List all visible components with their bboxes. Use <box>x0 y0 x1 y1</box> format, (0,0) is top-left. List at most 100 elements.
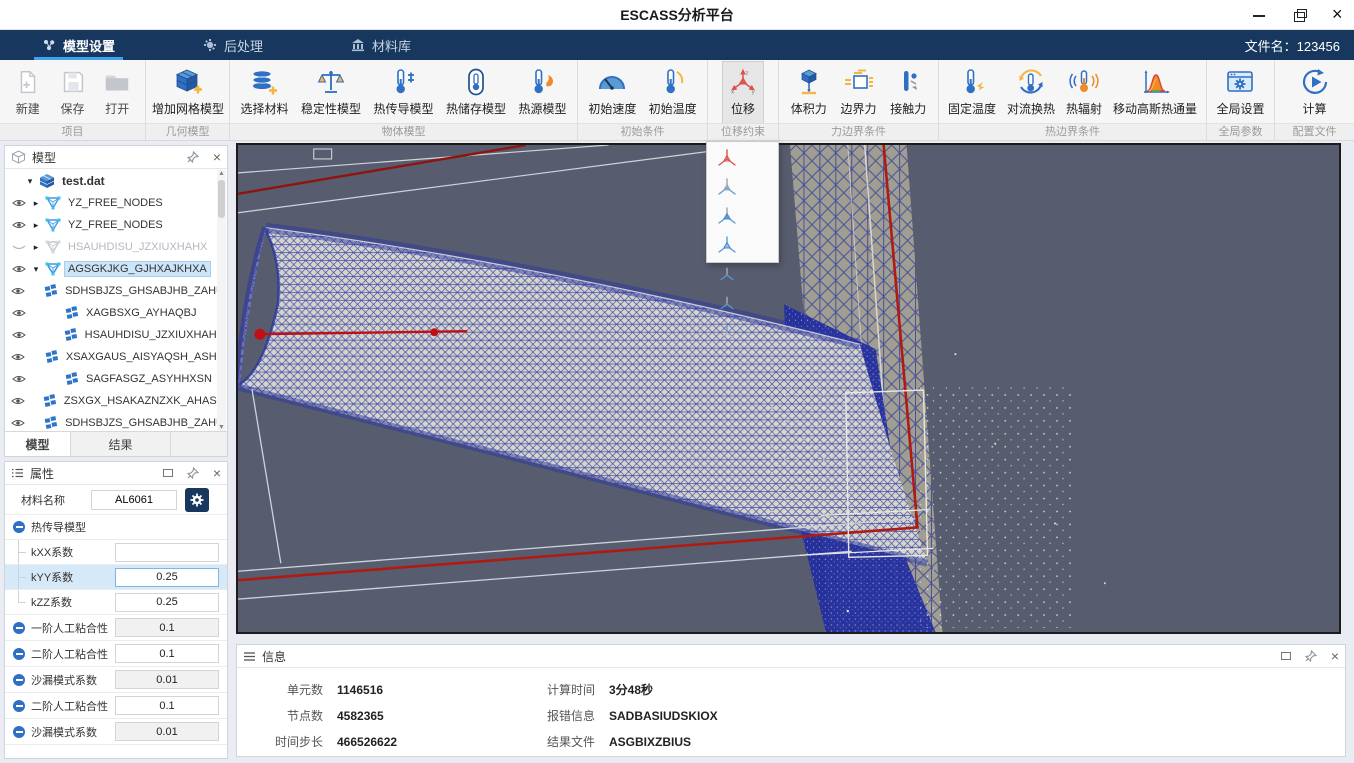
value-input[interactable] <box>115 696 219 715</box>
tree-item[interactable]: XAGBSXG_AYHAQBJ <box>5 302 227 324</box>
collapse-icon[interactable] <box>13 726 25 738</box>
eye-visible-icon[interactable] <box>11 396 25 406</box>
add-mesh-model-button[interactable]: 增加网格模型 <box>148 62 228 123</box>
tree-item[interactable]: SDHSBJZS_GHSABJHB_ZAHU <box>5 280 227 302</box>
new-button[interactable]: 新建 <box>9 62 47 123</box>
pin-icon[interactable] <box>1305 650 1317 662</box>
tree-item-root[interactable]: ▾ test.dat <box>5 170 227 192</box>
scroll-down-icon[interactable]: ▼ <box>217 424 226 431</box>
kyy-input[interactable] <box>115 568 219 587</box>
eye-visible-icon[interactable] <box>11 352 25 362</box>
constraint-yz-icon[interactable] <box>711 289 743 318</box>
convection-icon <box>1015 65 1047 99</box>
constraint-face-blue-icon[interactable] <box>711 202 743 231</box>
tab-model-settings[interactable]: 模型设置 <box>28 30 129 60</box>
eye-visible-icon[interactable] <box>11 286 25 296</box>
value-input[interactable] <box>115 644 219 663</box>
collapse-icon[interactable] <box>13 521 25 533</box>
pin-icon[interactable] <box>187 151 199 163</box>
displacement-button[interactable]: zxy 位移 <box>723 62 763 123</box>
eye-visible-icon[interactable] <box>11 418 25 428</box>
collapse-icon[interactable] <box>13 648 25 660</box>
collapse-icon[interactable] <box>13 622 25 634</box>
restore-icon[interactable] <box>1292 8 1306 22</box>
value-input[interactable] <box>115 618 219 637</box>
close-icon[interactable]: × <box>213 466 221 480</box>
convection-button[interactable]: 对流换热 <box>1003 62 1059 123</box>
heat-source-model-button[interactable]: 热源模型 <box>514 62 570 123</box>
eye-visible-icon[interactable] <box>11 308 27 318</box>
heat-storage-model-button[interactable]: 热储存模型 <box>442 62 510 123</box>
tab-results[interactable]: 结果 <box>71 432 171 456</box>
tab-label: 模型 <box>25 436 49 453</box>
scroll-up-icon[interactable]: ▲ <box>217 170 226 177</box>
compute-button[interactable]: 计算 <box>1295 62 1335 123</box>
tree-item[interactable]: XSAXGAUS_AISYAQSH_ASHX <box>5 346 227 368</box>
maximize-icon[interactable] <box>163 469 173 477</box>
tab-postprocess[interactable]: 后处理 <box>189 30 277 60</box>
value-input[interactable] <box>115 722 219 741</box>
contact-force-button[interactable]: 接触力 <box>886 62 930 123</box>
material-settings-button[interactable] <box>185 488 209 512</box>
tab-label: 结果 <box>108 436 132 453</box>
maximize-icon[interactable] <box>1281 652 1291 660</box>
collapse-icon[interactable] <box>13 700 25 712</box>
group-label: 初始条件 <box>578 123 707 140</box>
scrollbar-thumb[interactable] <box>218 180 225 218</box>
eye-hidden-icon[interactable] <box>11 242 27 252</box>
expander-icon[interactable]: ▸ <box>31 242 41 253</box>
close-icon[interactable]: × <box>1331 649 1339 663</box>
tree-item-label: HSAUHDISU_JZXIUXHAHX <box>82 328 227 342</box>
eye-visible-icon[interactable] <box>11 264 27 274</box>
kxx-input[interactable] <box>115 543 219 562</box>
kzz-input[interactable] <box>115 593 219 612</box>
tree-item[interactable]: ▸ YZ_FREE_NODES <box>5 214 227 236</box>
select-material-button[interactable]: 选择材料 <box>236 62 292 123</box>
expander-icon[interactable]: ▾ <box>31 264 41 275</box>
thermal-radiation-button[interactable]: 热辐射 <box>1062 62 1106 123</box>
constraint-face-blue2-icon[interactable] <box>711 231 743 260</box>
expander-icon[interactable]: ▸ <box>31 220 41 231</box>
tree-item-hidden[interactable]: ▸ HSAUHDISU_JZXIUXHAHX <box>5 236 227 258</box>
stability-model-button[interactable]: 稳定性模型 <box>297 62 365 123</box>
tab-material-library[interactable]: 材料库 <box>337 30 425 60</box>
section-heat-conduction[interactable]: 热传导模型 <box>5 515 227 540</box>
tree-item[interactable]: HSAUHDISU_JZXIUXHAHX <box>5 324 227 346</box>
global-settings-button[interactable]: 全局设置 <box>1212 62 1268 123</box>
tree-item-selected[interactable]: ▾ AGSGKJKG_GJHXAJKHXA <box>5 258 227 280</box>
constraint-xy-icon[interactable] <box>711 260 743 289</box>
close-icon[interactable]: × <box>213 150 221 164</box>
material-name-input[interactable] <box>91 490 177 510</box>
eye-visible-icon[interactable] <box>11 374 27 384</box>
heat-conduction-model-button[interactable]: 热传导模型 <box>369 62 437 123</box>
collapse-icon[interactable] <box>13 674 25 686</box>
tree-item[interactable]: SAGFASGZ_ASYHHXSN <box>5 368 227 390</box>
value-input[interactable] <box>115 670 219 689</box>
pin-icon[interactable] <box>187 467 199 479</box>
expander-icon[interactable]: ▾ <box>25 176 35 187</box>
save-button[interactable]: 保存 <box>54 62 92 123</box>
tree-item[interactable]: ZSXGX_HSAKAZNZXK_AHASX <box>5 390 227 412</box>
constraint-xyz-gray-icon[interactable] <box>711 173 743 202</box>
initial-temperature-button[interactable]: 初始温度 <box>645 62 701 123</box>
tree-item[interactable]: SDHSBJZS_GHSABJHB_ZAHU <box>5 412 227 431</box>
gauss-heat-flux-button[interactable]: 移动高斯热通量 <box>1109 62 1201 123</box>
open-button[interactable]: 打开 <box>98 62 136 123</box>
constraint-z-icon[interactable] <box>711 318 743 347</box>
boundary-force-button[interactable]: 边界力 <box>836 62 880 123</box>
postprocess-icon <box>203 38 217 52</box>
expander-icon[interactable]: ▸ <box>31 198 41 209</box>
close-icon[interactable] <box>1332 8 1346 22</box>
minimize-icon[interactable] <box>1252 8 1266 22</box>
tree-scrollbar[interactable]: ▲ ▼ <box>217 170 226 431</box>
tab-model[interactable]: 模型 <box>5 432 71 456</box>
eye-visible-icon[interactable] <box>11 220 27 230</box>
initial-velocity-button[interactable]: 初始速度 <box>584 62 640 123</box>
body-force-button[interactable]: 体积力 <box>787 62 831 123</box>
eye-visible-icon[interactable] <box>11 198 27 208</box>
fixed-temperature-button[interactable]: 固定温度 <box>944 62 1000 123</box>
constraint-xyz-red-icon[interactable] <box>711 144 743 173</box>
tree-item[interactable]: ▸ YZ_FREE_NODES <box>5 192 227 214</box>
viewport-3d-canvas[interactable] <box>238 145 1339 632</box>
eye-visible-icon[interactable] <box>11 330 27 340</box>
